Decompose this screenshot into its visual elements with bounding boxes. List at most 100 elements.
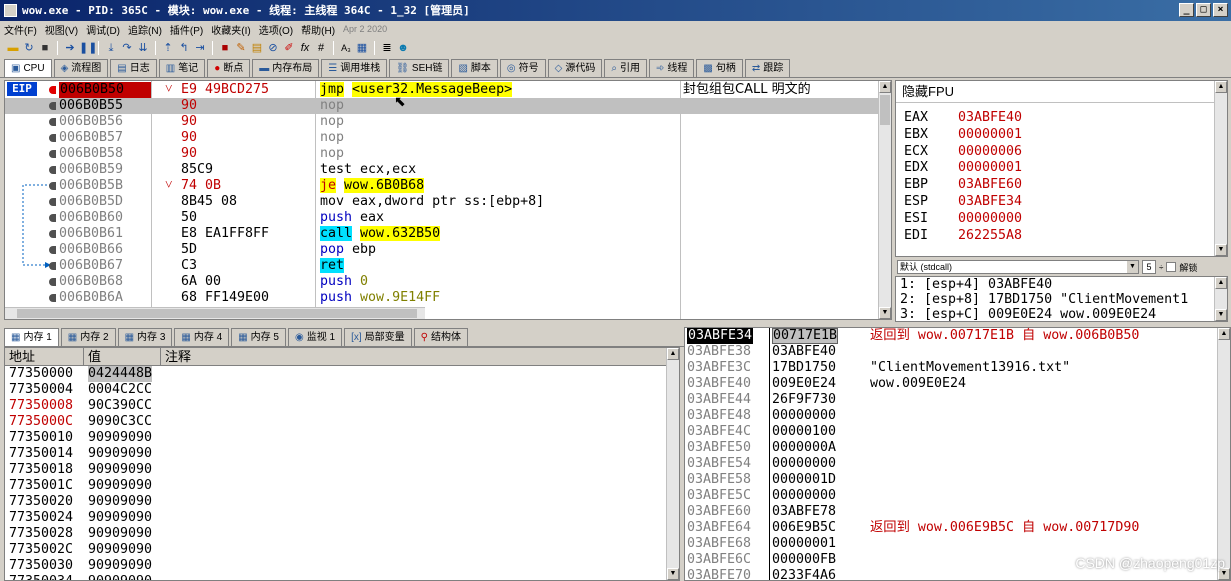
minimize-button[interactable]: _: [1179, 3, 1194, 17]
menu-view[interactable]: 视图(V): [45, 22, 78, 37]
dump-row[interactable]: 7735001C 90909090: [5, 478, 679, 494]
dump-row[interactable]: 77350028 90909090: [5, 526, 679, 542]
tab-2[interactable]: ▤ 日志: [110, 59, 157, 77]
memory-tab-1[interactable]: ▦ 内存 2: [60, 328, 116, 346]
menu-plugins[interactable]: 插件(P): [170, 22, 203, 37]
breakpoint-marker[interactable]: [49, 198, 56, 206]
tab-3[interactable]: ▥ 笔记: [158, 59, 206, 77]
breakpoint-marker[interactable]: [49, 262, 56, 270]
trace-into-icon[interactable]: ⇊: [136, 41, 150, 55]
restart-icon[interactable]: ↻: [22, 41, 36, 55]
stack-scrollbar[interactable]: ▲ ▼: [1217, 328, 1230, 580]
stack-row[interactable]: 03ABFE34 00717E1B 返回到 wow.00717E1B 自 wow.0…: [685, 328, 1230, 344]
tab-1[interactable]: ◈ 流程图: [53, 59, 109, 77]
breakpoint-marker[interactable]: [49, 166, 56, 174]
stack-row[interactable]: 03ABFE54 00000000: [685, 456, 1230, 472]
tab-4[interactable]: ● 断点: [207, 59, 251, 77]
dump-row[interactable]: 77350008 90C390CC: [5, 398, 679, 414]
stepper-icon[interactable]: ÷: [1159, 263, 1163, 272]
memory-tab-6[interactable]: [x] 局部变量: [344, 328, 412, 346]
dump-row[interactable]: 7735000C 9090C3CC: [5, 414, 679, 430]
dump-row[interactable]: 77350004 0004C2CC: [5, 382, 679, 398]
register-ebp[interactable]: EBP 03ABFE60: [904, 177, 1022, 193]
disasm-row[interactable]: 006B0B58 90 nop: [5, 146, 879, 162]
fx-icon[interactable]: fx: [298, 41, 312, 55]
breakpoint-marker[interactable]: [49, 118, 56, 126]
register-eax[interactable]: EAX 03ABFE40: [904, 110, 1022, 126]
hide-fpu-button[interactable]: 隐藏FPU: [896, 81, 1227, 103]
unlock-checkbox[interactable]: [1166, 262, 1177, 272]
menu-trace[interactable]: 追踪(N): [128, 22, 162, 37]
run-icon[interactable]: ➔: [63, 41, 77, 55]
disassembly-pane[interactable]: EIP ▲ ▼ 006B0B50 ˅ E9 49BCD275 jmp <user32.…: [4, 80, 892, 320]
close-button[interactable]: ×: [1213, 3, 1228, 17]
breakpoint-marker[interactable]: [49, 182, 56, 190]
disasm-row[interactable]: 006B0B5D 8B45 08 mov eax,dword ptr ss:[ebp…: [5, 194, 879, 210]
calc-icon[interactable]: ▦: [355, 41, 369, 55]
memory-tab-7[interactable]: ⚲ 结构体: [413, 328, 468, 346]
disasm-row[interactable]: 006B0B56 90 nop: [5, 114, 879, 130]
stack-row[interactable]: 03ABFE50 0000000A: [685, 440, 1230, 456]
register-esi[interactable]: ESI 00000000: [904, 211, 1022, 227]
tab-14[interactable]: ⇄ 跟踪: [744, 59, 791, 77]
trace-over-icon[interactable]: ⇡: [161, 41, 175, 55]
help-icon[interactable]: ☻: [396, 41, 410, 55]
registers-scrollbar[interactable]: ▲ ▼: [1214, 81, 1227, 256]
stack-row[interactable]: 03ABFE40 009E0E24 wow.009E0E24: [685, 376, 1230, 392]
stack-row[interactable]: 03ABFE38 03ABFE40: [685, 344, 1230, 360]
disasm-row[interactable]: 006B0B50 ˅ E9 49BCD275 jmp <user32.MessageB…: [5, 82, 879, 98]
breakpoint-marker[interactable]: [49, 214, 56, 222]
dump-row[interactable]: 77350024 90909090: [5, 510, 679, 526]
menu-help[interactable]: 帮助(H): [301, 22, 335, 37]
tab-7[interactable]: ⛓ SEH链: [389, 59, 450, 77]
disasm-row[interactable]: 006B0B68 6A 00 push 0: [5, 274, 879, 290]
dump-row[interactable]: 77350000 0424448B: [5, 366, 679, 382]
arguments-scrollbar[interactable]: ▲ ▼: [1214, 277, 1227, 321]
stack-row[interactable]: 03ABFE44 26F9F730: [685, 392, 1230, 408]
tab-13[interactable]: ▩ 句柄: [696, 59, 743, 77]
stack-row[interactable]: 03ABFE68 00000001: [685, 536, 1230, 552]
close-icon[interactable]: ■: [38, 41, 52, 55]
dump-row[interactable]: 77350014 90909090: [5, 446, 679, 462]
breakpoint-marker[interactable]: [49, 86, 56, 94]
register-ebx[interactable]: EBX 00000001: [904, 127, 1022, 143]
menu-options[interactable]: 选项(O): [259, 22, 293, 37]
tab-9[interactable]: ◎ 符号: [499, 59, 546, 77]
maximize-button[interactable]: □: [1196, 3, 1211, 17]
stack-pane[interactable]: 03ABFE34 00717E1B 返回到 wow.00717E1B 自 wow.0…: [684, 327, 1231, 581]
dump-row[interactable]: 77350018 90909090: [5, 462, 679, 478]
memory-tab-5[interactable]: ◉ 监视 1: [287, 328, 343, 346]
disasm-row[interactable]: 006B0B61 E8 EA1FF8FF call wow.632B50: [5, 226, 879, 242]
dump-row[interactable]: 77350010 90909090: [5, 430, 679, 446]
disasm-row[interactable]: 006B0B67 C3 ret: [5, 258, 879, 274]
tab-0[interactable]: ▣ CPU: [4, 59, 52, 77]
breakpoint-marker[interactable]: [49, 246, 56, 254]
register-edx[interactable]: EDX 00000001: [904, 160, 1022, 176]
disasm-row[interactable]: 006B0B57 90 nop: [5, 130, 879, 146]
disasm-scrollbar[interactable]: ▲ ▼: [878, 81, 891, 319]
call-convention-select[interactable]: 默认 (stdcall) ▼: [897, 260, 1139, 274]
folder-icon[interactable]: ▬: [6, 41, 20, 55]
stop-icon[interactable]: ■: [218, 41, 232, 55]
register-edi[interactable]: EDI 262255A8: [904, 228, 1022, 244]
pause-icon[interactable]: ❚❚: [79, 41, 97, 55]
dump-row[interactable]: 77350034 90909090: [5, 574, 679, 580]
comment-icon[interactable]: ✐: [282, 41, 296, 55]
hash-icon[interactable]: #: [314, 41, 328, 55]
tab-8[interactable]: ▧ 脚本: [451, 59, 498, 77]
dump-row[interactable]: 77350020 90909090: [5, 494, 679, 510]
step-into-icon[interactable]: ⤓: [104, 41, 118, 55]
step-over-icon[interactable]: ↷: [120, 41, 134, 55]
memory-tab-3[interactable]: ▦ 内存 4: [174, 328, 230, 346]
disasm-row[interactable]: 006B0B6A 68 FF149E00 push wow.9E14FF: [5, 290, 879, 306]
link-icon[interactable]: ⊘: [266, 41, 280, 55]
patch-icon[interactable]: ✎: [234, 41, 248, 55]
breakpoint-marker[interactable]: [49, 134, 56, 142]
disasm-row[interactable]: 006B0B66 5D pop ebp: [5, 242, 879, 258]
stack-row[interactable]: 03ABFE4C 00000100: [685, 424, 1230, 440]
breakpoint-marker[interactable]: [49, 294, 56, 302]
breakpoint-marker[interactable]: [49, 230, 56, 238]
breakpoint-marker[interactable]: [49, 150, 56, 158]
register-ecx[interactable]: ECX 00000006: [904, 144, 1022, 160]
memory-tab-4[interactable]: ▦ 内存 5: [231, 328, 286, 346]
